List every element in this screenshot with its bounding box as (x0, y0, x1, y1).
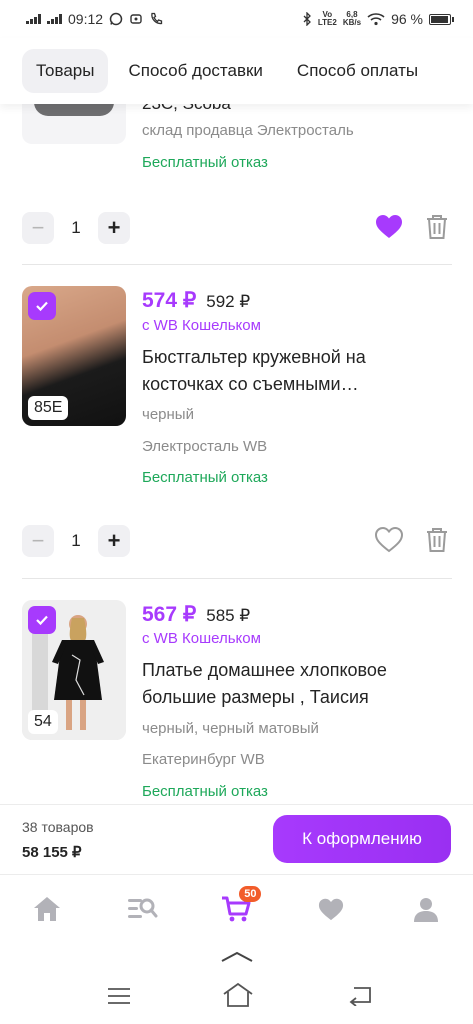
home-icon (34, 896, 61, 921)
signal-icon (26, 14, 41, 24)
checkout-tabs: Товары Способ доставки Способ оплаты (0, 38, 473, 104)
signal-icon-2 (47, 14, 62, 24)
product-color: черный (142, 406, 194, 423)
home-outline-icon[interactable] (222, 982, 254, 1008)
check-icon (36, 615, 48, 626)
checkout-summary: 38 товаров 58 155 ₽ К оформлению (0, 804, 473, 874)
divider (22, 578, 452, 579)
free-return-label: Бесплатный отказ (142, 469, 268, 486)
tab-goods[interactable]: Товары (22, 49, 109, 93)
whatsapp-icon (109, 12, 123, 26)
notification-icon (130, 14, 142, 24)
nav-catalog[interactable] (114, 885, 170, 933)
quantity-stepper: − 1 + (22, 212, 130, 244)
profile-icon (413, 897, 438, 922)
nav-profile[interactable] (398, 885, 454, 933)
status-left: 09:12 (26, 11, 163, 27)
size-tag: 85E (28, 396, 69, 420)
heart-icon (319, 898, 344, 920)
chevron-up-icon[interactable] (220, 950, 254, 964)
product-image-partial[interactable] (22, 104, 126, 144)
items-count: 38 товаров (22, 819, 94, 835)
product-warehouse: Электросталь WB (142, 438, 268, 455)
check-icon (36, 301, 48, 312)
checkbox-checked[interactable] (28, 292, 56, 320)
increase-button[interactable]: + (98, 212, 130, 244)
trash-icon[interactable] (422, 212, 452, 242)
battery-percent: 96 % (391, 11, 423, 27)
free-return-label: Бесплатный отказ (142, 783, 268, 800)
tab-payment[interactable]: Способ оплаты (283, 49, 432, 93)
wifi-icon (367, 13, 385, 26)
decrease-button[interactable]: − (22, 212, 54, 244)
bottom-nav: 50 (0, 874, 473, 942)
menu-icon[interactable] (106, 986, 132, 1006)
nav-favorites[interactable] (303, 885, 359, 933)
total-price: 58 155 ₽ (22, 844, 82, 861)
heart-outline-icon[interactable] (374, 525, 404, 555)
free-return-label: Бесплатный отказ (142, 154, 268, 171)
product-title[interactable]: Платье домашнее хлопковое большие размер… (142, 657, 442, 711)
battery-icon (429, 13, 454, 25)
nav-cart[interactable]: 50 (208, 885, 264, 933)
product-title-partial[interactable]: 23С, Scoba (142, 104, 231, 114)
nav-home[interactable] (19, 885, 75, 933)
cart-list[interactable]: 23С, Scoba склад продавца Электросталь Б… (0, 104, 473, 804)
back-icon[interactable] (346, 984, 374, 1006)
price-row: 567 ₽ 585 ₽ (142, 602, 250, 627)
price-row: 574 ₽ 592 ₽ (142, 288, 250, 313)
product-warehouse: склад продавца Электросталь (142, 122, 354, 139)
bluetooth-icon (303, 12, 311, 26)
speed-indicator: 6,8 KB/s (342, 10, 362, 27)
checkbox-checked[interactable] (28, 606, 56, 634)
price-current: 574 ₽ (142, 289, 197, 312)
decrease-button[interactable]: − (22, 525, 54, 557)
system-navigation (0, 942, 473, 1024)
wallet-label[interactable]: с WB Кошельком (142, 317, 261, 334)
status-bar: 09:12 Vo LTE2 6,8 KB/s 96 % (0, 0, 473, 38)
price-old: 592 ₽ (206, 292, 251, 311)
increase-button[interactable]: + (98, 525, 130, 557)
trash-icon[interactable] (422, 525, 452, 555)
price-old: 585 ₽ (206, 606, 251, 625)
quantity-value: 1 (71, 218, 81, 237)
status-time: 09:12 (68, 11, 104, 27)
network-indicator: Vo LTE2 (317, 10, 337, 27)
size-tag: 54 (28, 710, 58, 734)
product-title[interactable]: Бюстгальтер кружевной на косточках со съ… (142, 344, 442, 398)
search-catalog-icon (127, 898, 158, 918)
cart-badge: 50 (239, 885, 262, 902)
quantity-stepper: − 1 + (22, 525, 130, 557)
product-warehouse: Екатеринбург WB (142, 751, 265, 768)
quantity-value: 1 (71, 531, 81, 550)
wallet-label[interactable]: с WB Кошельком (142, 630, 261, 647)
divider (22, 264, 452, 265)
checkout-button[interactable]: К оформлению (273, 815, 451, 863)
product-image[interactable]: 85E (22, 286, 126, 426)
heart-icon[interactable] (374, 212, 404, 242)
product-color: черный, черный матовый (142, 720, 319, 737)
status-right: Vo LTE2 6,8 KB/s 96 % (302, 10, 454, 27)
price-current: 567 ₽ (142, 603, 197, 626)
product-image[interactable]: 54 (22, 600, 126, 740)
phone-icon (151, 12, 163, 25)
tab-delivery[interactable]: Способ доставки (114, 49, 276, 93)
